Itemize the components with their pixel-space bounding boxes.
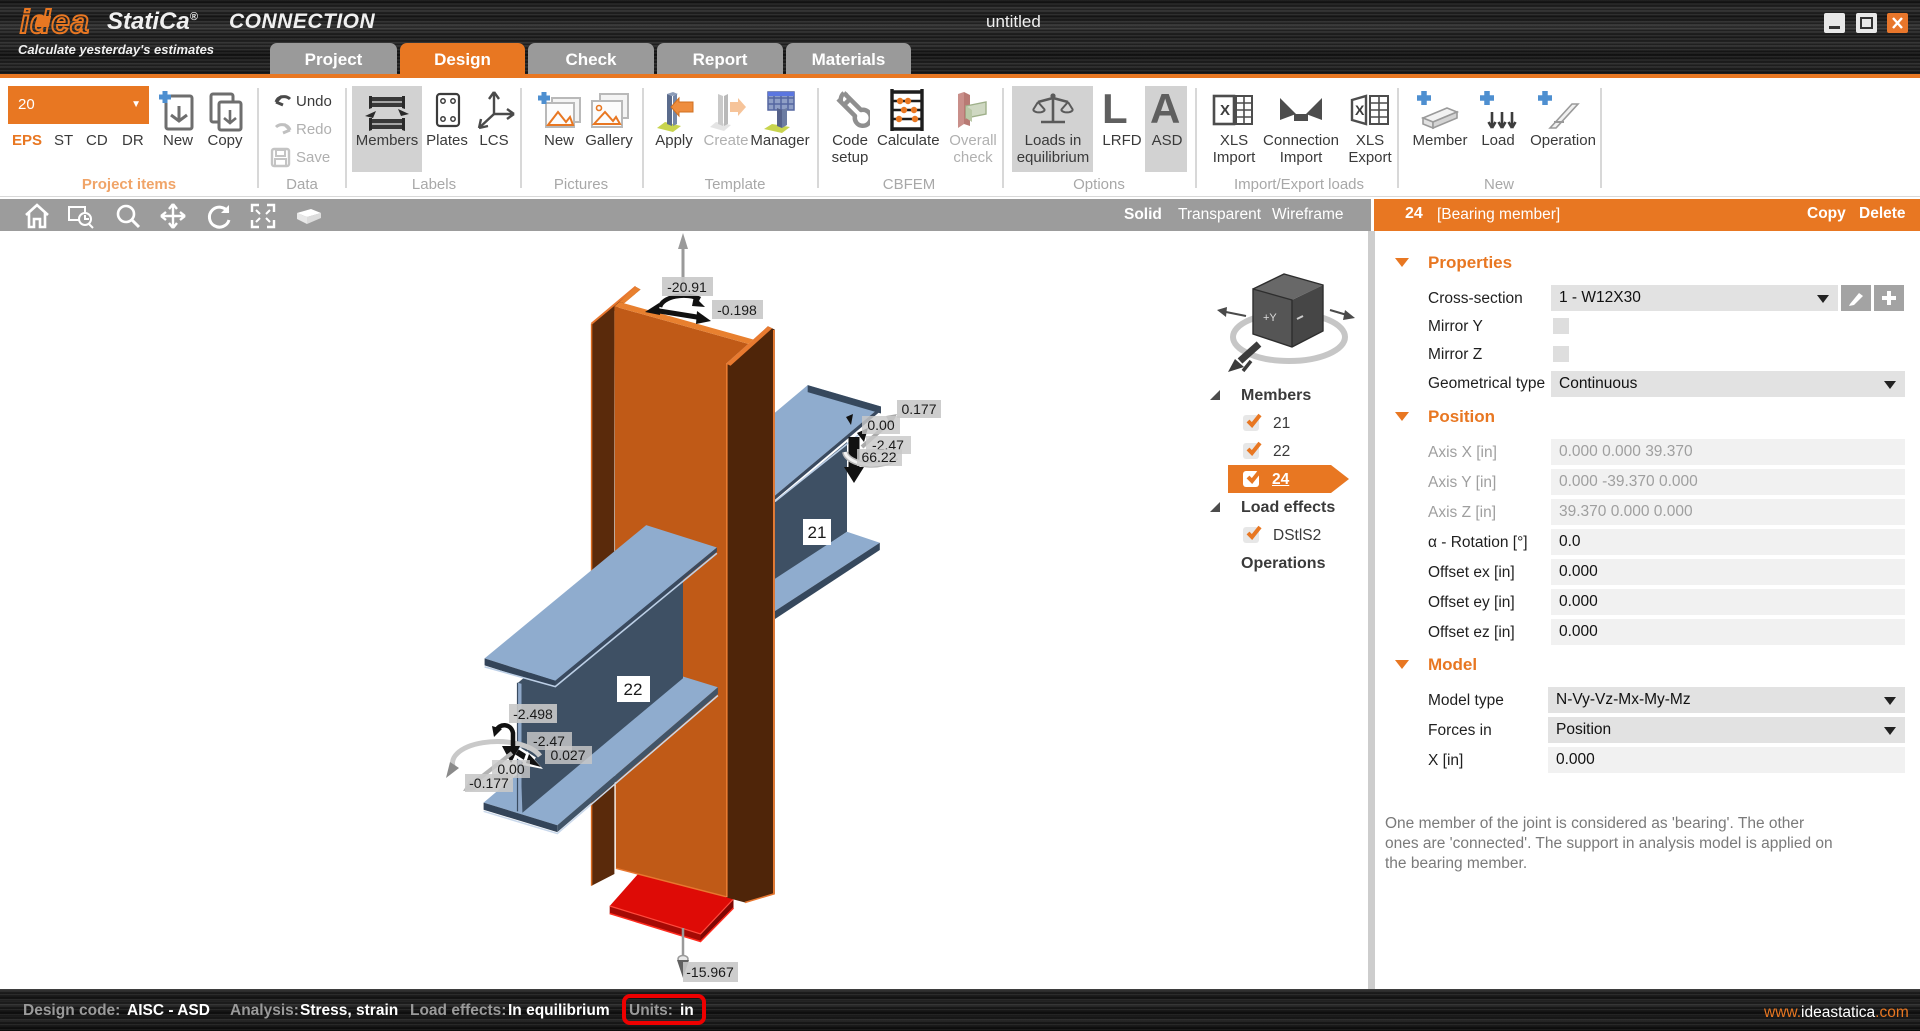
svg-text:0.027: 0.027	[550, 747, 585, 763]
svg-text:-0.177: -0.177	[469, 775, 509, 791]
svg-text:22: 22	[624, 680, 643, 699]
svg-text:X: X	[1355, 102, 1365, 118]
svg-text:-2.498: -2.498	[513, 706, 553, 722]
svg-text:X: X	[1220, 102, 1230, 119]
svg-text:66.22: 66.22	[861, 449, 896, 465]
svg-text:0.00: 0.00	[867, 417, 894, 433]
svg-text:-0.198: -0.198	[717, 302, 757, 318]
svg-text:21: 21	[808, 523, 827, 542]
svg-text:-15.967: -15.967	[686, 964, 734, 980]
svg-text:+Y: +Y	[1263, 312, 1277, 324]
svg-text:-20.91: -20.91	[667, 279, 707, 295]
svg-text:0.177: 0.177	[901, 401, 936, 417]
